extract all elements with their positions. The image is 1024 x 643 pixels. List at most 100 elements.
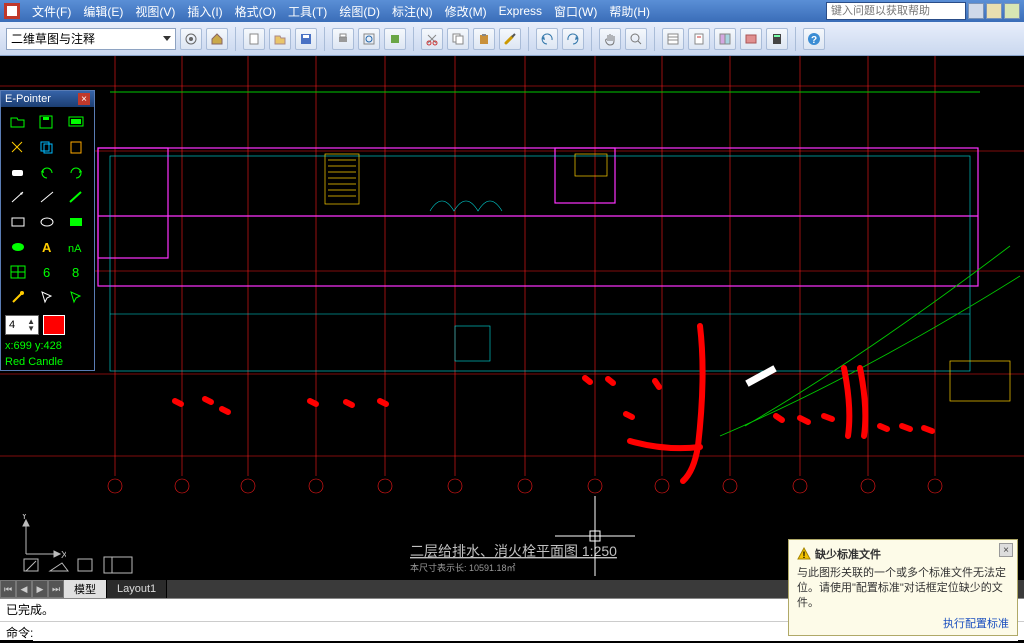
help-search-input[interactable]: [826, 2, 966, 20]
command-prompt: 命令:: [6, 624, 33, 641]
balloon-link[interactable]: 执行配置标准: [797, 615, 1009, 631]
ep-color-swatch[interactable]: [43, 315, 65, 335]
ep-grid1-icon[interactable]: [5, 261, 31, 283]
workspace-combo-value: 二维草图与注释: [11, 30, 95, 47]
standards-balloon: × ! 缺少标准文件 与此图形关联的一个或多个标准文件无法定位。请使用"配置标准…: [788, 539, 1018, 636]
ep-screen-icon[interactable]: [63, 111, 89, 133]
copy-button[interactable]: [447, 28, 469, 50]
redo-button[interactable]: [562, 28, 584, 50]
ep-redo-icon[interactable]: [63, 161, 89, 183]
warning-icon: !: [797, 547, 811, 561]
svg-text:?: ?: [811, 35, 817, 46]
workspace-combo[interactable]: 二维草图与注释: [6, 28, 176, 50]
ep-pencil-icon[interactable]: [63, 186, 89, 208]
ep-arrow-icon[interactable]: [5, 186, 31, 208]
menu-draw[interactable]: 绘图(D): [333, 1, 386, 22]
favorite-icon[interactable]: [1004, 3, 1020, 19]
ep-undo-icon[interactable]: [34, 161, 60, 183]
ep-size-stepper[interactable]: 4▲▼: [5, 315, 39, 335]
chevron-down-icon: [163, 36, 171, 41]
menu-file[interactable]: 文件(F): [26, 1, 77, 22]
tab-model[interactable]: 模型: [64, 580, 107, 598]
ep-open-icon[interactable]: [5, 111, 31, 133]
ep-num6-icon[interactable]: 6: [34, 261, 60, 283]
undo-button[interactable]: [536, 28, 558, 50]
ep-paste-icon[interactable]: [63, 136, 89, 158]
ep-pointer-icon[interactable]: [34, 286, 60, 308]
ep-eraser-icon[interactable]: [5, 161, 31, 183]
satellite-icon[interactable]: [986, 3, 1002, 19]
balloon-body: 与此图形关联的一个或多个标准文件无法定位。请使用"配置标准"对话框定位缺少的文件…: [797, 566, 1009, 611]
ep-hightext-icon[interactable]: nA: [63, 236, 89, 258]
app-icon: [4, 3, 20, 19]
matchprop-button[interactable]: [499, 28, 521, 50]
ep-rect-icon[interactable]: [5, 211, 31, 233]
menu-modify[interactable]: 修改(M): [439, 1, 493, 22]
ep-fillellipse-icon[interactable]: [5, 236, 31, 258]
menu-express[interactable]: Express: [493, 2, 548, 20]
ep-color-name: Red Candle: [1, 354, 94, 370]
drawing-scale-note: 本尺寸表示长: 10591.18㎡: [410, 562, 516, 573]
print-button[interactable]: [332, 28, 354, 50]
epointer-palette[interactable]: E-Pointer × A nA 6 8 4▲▼ x:699 y:428 Red…: [0, 90, 95, 371]
epointer-title: E-Pointer: [5, 93, 51, 105]
menu-edit[interactable]: 编辑(E): [77, 1, 129, 22]
epointer-titlebar[interactable]: E-Pointer ×: [1, 91, 94, 107]
cut-button[interactable]: [421, 28, 443, 50]
svg-text:A: A: [42, 240, 52, 255]
menu-view[interactable]: 视图(V): [129, 1, 181, 22]
close-icon[interactable]: ×: [78, 93, 90, 105]
epointer-tools: A nA 6 8: [1, 107, 94, 312]
tab-prev-button[interactable]: ◀: [16, 580, 32, 598]
menu-insert[interactable]: 插入(I): [181, 1, 228, 22]
svg-text:!: !: [803, 550, 806, 560]
ep-line-icon[interactable]: [34, 186, 60, 208]
properties-button[interactable]: [662, 28, 684, 50]
ep-text-icon[interactable]: A: [34, 236, 60, 258]
drawing-canvas[interactable]: 二层给排水、消火栓平面图 1:250 本尺寸表示长: 10591.18㎡: [0, 56, 1024, 580]
ep-cut-icon[interactable]: [5, 136, 31, 158]
menu-window[interactable]: 窗口(W): [548, 1, 603, 22]
menu-format[interactable]: 格式(O): [229, 1, 282, 22]
balloon-title: 缺少标准文件: [815, 546, 881, 562]
svg-text:8: 8: [72, 265, 79, 280]
calculator-button[interactable]: [766, 28, 788, 50]
plot-preview-button[interactable]: [358, 28, 380, 50]
toolpalettes-button[interactable]: [714, 28, 736, 50]
save-button[interactable]: [295, 28, 317, 50]
ep-copy-icon[interactable]: [34, 136, 60, 158]
menu-help[interactable]: 帮助(H): [603, 1, 656, 22]
menu-bar: 文件(F) 编辑(E) 视图(V) 插入(I) 格式(O) 工具(T) 绘图(D…: [0, 0, 1024, 22]
tab-last-button[interactable]: ⏭: [48, 580, 64, 598]
ep-pointer2-icon[interactable]: [63, 286, 89, 308]
help-search: [826, 2, 1020, 20]
search-go-icon[interactable]: [968, 3, 984, 19]
publish-button[interactable]: [384, 28, 406, 50]
ep-pin-icon[interactable]: [5, 286, 31, 308]
menu-dimension[interactable]: 标注(N): [386, 1, 439, 22]
tab-first-button[interactable]: ⏮: [0, 580, 16, 598]
home-button[interactable]: [206, 28, 228, 50]
markup-button[interactable]: [740, 28, 762, 50]
ep-ellipse-icon[interactable]: [34, 211, 60, 233]
open-button[interactable]: [269, 28, 291, 50]
new-button[interactable]: [243, 28, 265, 50]
workspace-settings-button[interactable]: [180, 28, 202, 50]
help-button[interactable]: ?: [803, 28, 825, 50]
zoom-button[interactable]: [625, 28, 647, 50]
ep-save-icon[interactable]: [34, 111, 60, 133]
balloon-close-icon[interactable]: ×: [999, 543, 1013, 557]
ep-num8-icon[interactable]: 8: [63, 261, 89, 283]
menu-tools[interactable]: 工具(T): [282, 1, 333, 22]
ep-fillrect-icon[interactable]: [63, 211, 89, 233]
standard-toolbar: 二维草图与注释 ?: [0, 22, 1024, 56]
sheetset-button[interactable]: [688, 28, 710, 50]
paste-button[interactable]: [473, 28, 495, 50]
pan-button[interactable]: [599, 28, 621, 50]
tab-next-button[interactable]: ▶: [32, 580, 48, 598]
drawing-title-text: 二层给排水、消火栓平面图 1:250: [410, 543, 617, 559]
svg-text:6: 6: [43, 265, 50, 280]
tab-layout1[interactable]: Layout1: [107, 580, 167, 598]
svg-text:Y: Y: [21, 514, 28, 522]
ep-coordinates: x:699 y:428: [1, 338, 94, 354]
